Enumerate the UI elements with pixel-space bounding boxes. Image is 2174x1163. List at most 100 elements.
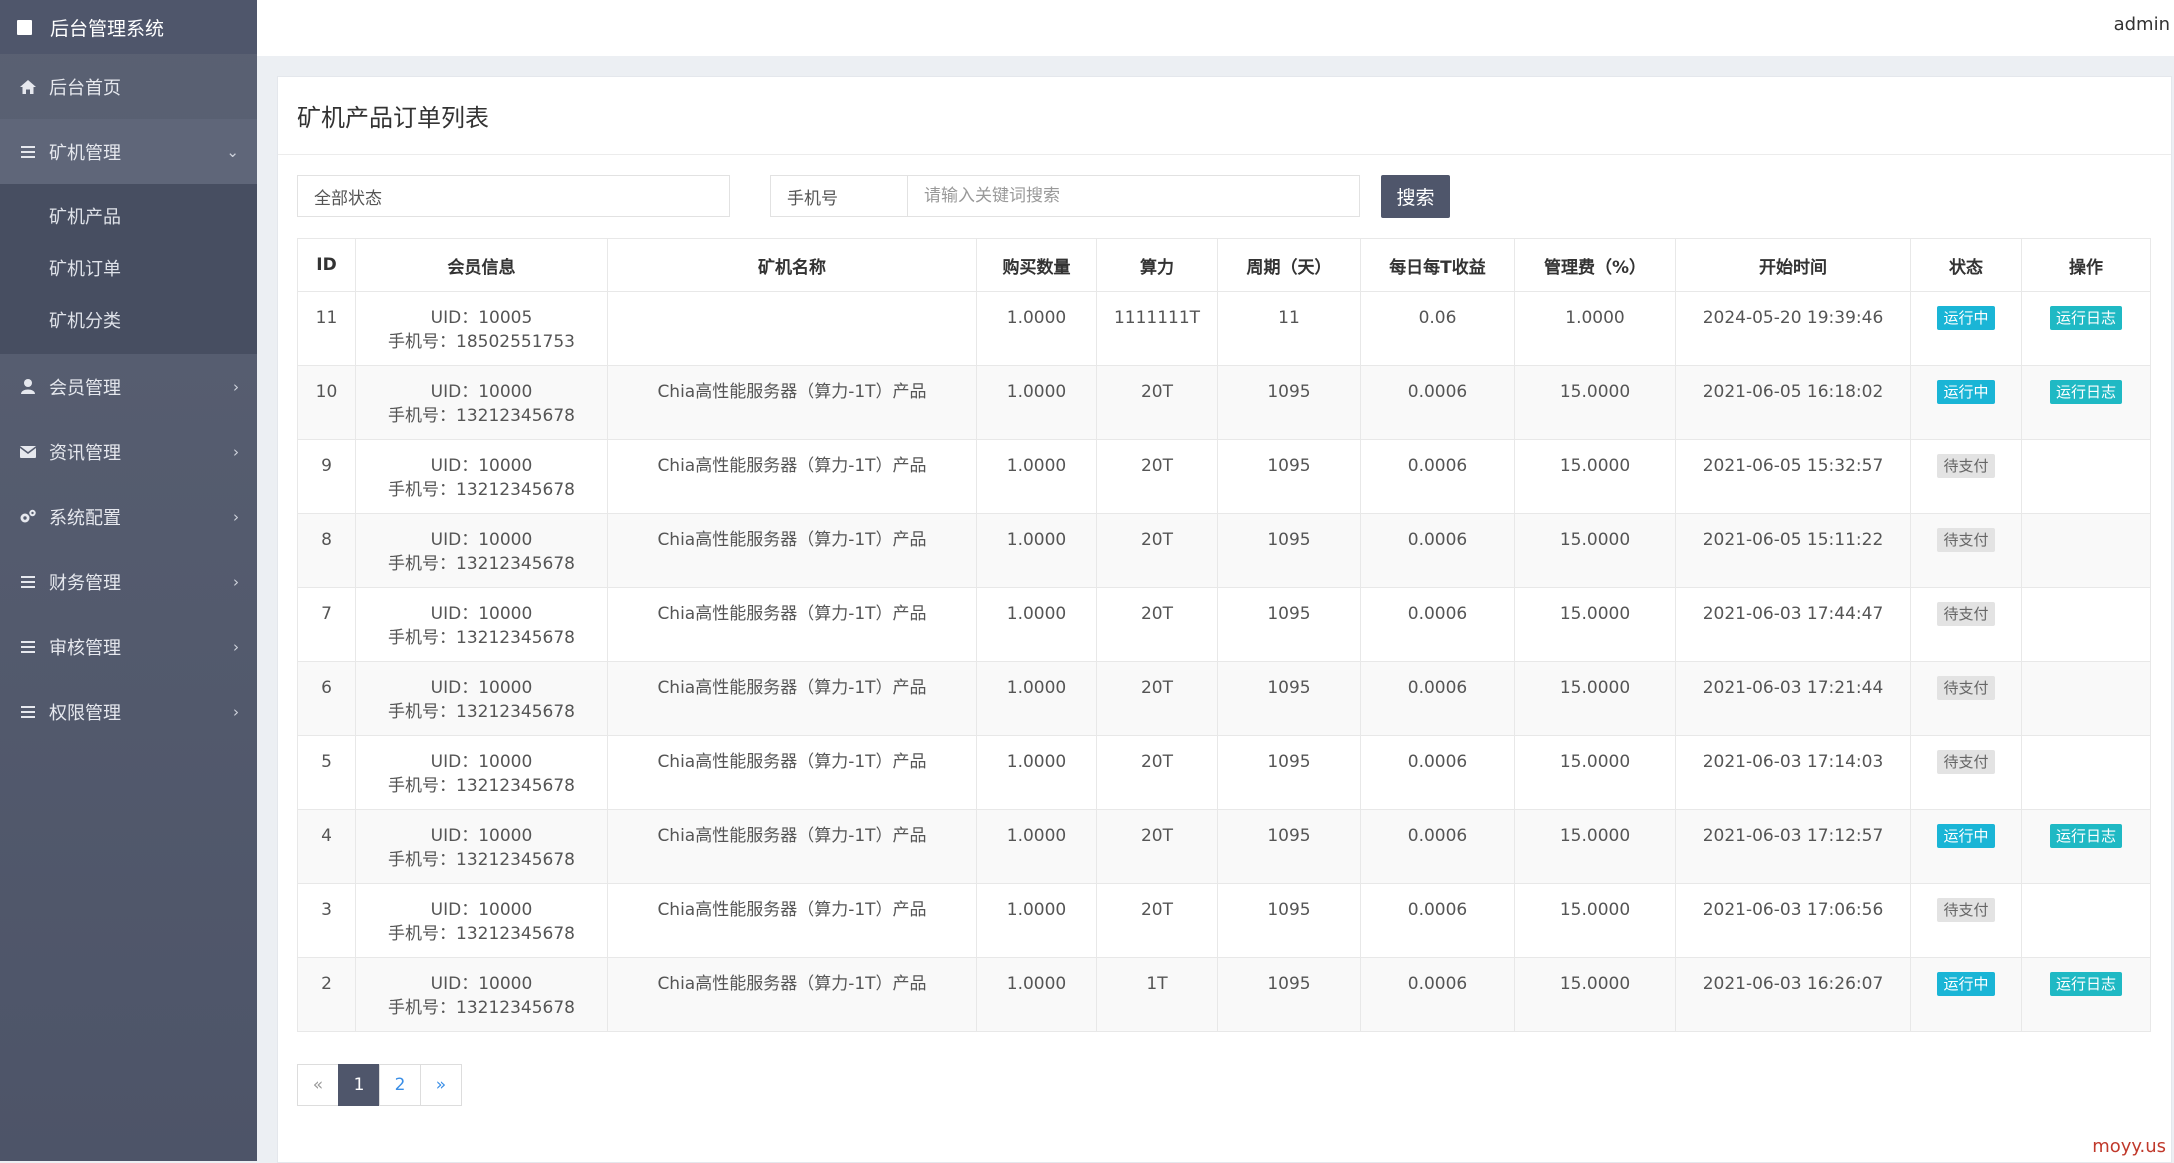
status-badge: 待支付 — [1937, 898, 1995, 922]
member-uid: UID：10005 — [430, 308, 533, 328]
cell-action: 运行日志 — [2021, 365, 2151, 440]
sidebar-item-miner[interactable]: 矿机管理 ⌄ — [0, 119, 257, 184]
sidebar-item-finance[interactable]: 财务管理 › — [0, 549, 257, 614]
cell-id: 3 — [297, 883, 356, 958]
cell-daily-yield: 0.0006 — [1360, 735, 1515, 810]
cell-start-time: 2021-06-05 15:11:22 — [1675, 513, 1911, 588]
member-uid: UID：10000 — [430, 826, 533, 846]
cell-power: 1T — [1096, 957, 1218, 1032]
column-header: 每日每T收益 — [1360, 238, 1515, 292]
table-row: 4 UID：10000 手机号：13212345678 Chia高性能服务器（算力-1… — [297, 809, 2151, 884]
cell-start-time: 2021-06-03 17:06:56 — [1675, 883, 1911, 958]
cell-status: 待支付 — [1910, 735, 2022, 810]
sidebar-item-permissions[interactable]: 权限管理 › — [0, 679, 257, 744]
run-log-button[interactable]: 运行日志 — [2049, 380, 2122, 404]
cell-member: UID：10000 手机号：13212345678 — [355, 809, 608, 884]
cell-action — [2021, 513, 2151, 588]
cell-member: UID：10000 手机号：13212345678 — [355, 587, 608, 662]
sidebar-item-system[interactable]: 系统配置 › — [0, 484, 257, 549]
cell-quantity: 1.0000 — [976, 365, 1097, 440]
status-select[interactable]: 全部状态 — [297, 175, 730, 217]
cell-power: 20T — [1096, 587, 1218, 662]
pagination-page-2[interactable]: 2 — [379, 1064, 421, 1106]
cell-member: UID：10000 手机号：13212345678 — [355, 365, 608, 440]
column-header: 操作 — [2021, 238, 2151, 292]
cell-power: 20T — [1096, 809, 1218, 884]
column-header: 管理费（%） — [1514, 238, 1676, 292]
member-uid: UID：10000 — [430, 678, 533, 698]
cell-name: Chia高性能服务器（算力-1T）产品 — [607, 513, 977, 588]
main-panel: 矿机产品订单列表 全部状态 手机号 搜索 ID 会员信息 矿机名称 购买数量 算… — [277, 76, 2172, 1163]
search-input[interactable] — [907, 175, 1360, 217]
sidebar: 后台管理系统 后台首页 矿机管理 ⌄ 矿机产品 矿机订单 矿机分类 会员管理 ›… — [0, 0, 257, 1161]
sidebar-item-members[interactable]: 会员管理 › — [0, 354, 257, 419]
table-row: 10 UID：10000 手机号：13212345678 Chia高性能服务器（算力-… — [297, 365, 2151, 440]
cell-name: Chia高性能服务器（算力-1T）产品 — [607, 883, 977, 958]
sidebar-subitem-categories[interactable]: 矿机分类 — [0, 294, 257, 346]
cell-daily-yield: 0.06 — [1360, 291, 1515, 366]
sidebar-item-label: 矿机管理 — [49, 142, 121, 164]
member-phone: 手机号：13212345678 — [388, 998, 575, 1018]
cell-member: UID：10000 手机号：13212345678 — [355, 661, 608, 736]
cell-status: 运行中 — [1910, 957, 2022, 1032]
sidebar-item-label: 会员管理 — [49, 377, 121, 399]
member-phone: 手机号：18502551753 — [388, 332, 575, 352]
sidebar-item-home[interactable]: 后台首页 — [0, 54, 257, 119]
cell-cycle: 1095 — [1217, 439, 1361, 514]
pagination-page-1[interactable]: 1 — [338, 1064, 380, 1106]
user-menu[interactable]: admin — [2114, 14, 2170, 35]
run-log-button[interactable]: 运行日志 — [2049, 824, 2122, 848]
cell-quantity: 1.0000 — [976, 809, 1097, 884]
member-phone: 手机号：13212345678 — [388, 628, 575, 648]
bars-icon — [19, 143, 37, 161]
cell-daily-yield: 0.0006 — [1360, 365, 1515, 440]
pagination-next[interactable]: » — [420, 1064, 462, 1106]
cell-status: 运行中 — [1910, 291, 2022, 366]
sidebar-subitem-orders[interactable]: 矿机订单 — [0, 242, 257, 294]
status-badge: 待支付 — [1937, 750, 1995, 774]
column-header: 状态 — [1910, 238, 2022, 292]
column-header: 会员信息 — [355, 238, 608, 292]
orders-table: ID 会员信息 矿机名称 购买数量 算力 周期（天） 每日每T收益 管理费（%）… — [297, 238, 2151, 1032]
table-row: 2 UID：10000 手机号：13212345678 Chia高性能服务器（算力-1… — [297, 957, 2151, 1032]
chevron-right-icon: › — [233, 507, 239, 526]
sidebar-subitem-products[interactable]: 矿机产品 — [0, 190, 257, 242]
cell-member: UID：10000 手机号：13212345678 — [355, 883, 608, 958]
member-uid: UID：10000 — [430, 752, 533, 772]
sidebar-item-label: 资讯管理 — [49, 442, 121, 464]
cell-quantity: 1.0000 — [976, 883, 1097, 958]
chevron-right-icon: › — [233, 702, 239, 721]
cell-start-time: 2024-05-20 19:39:46 — [1675, 291, 1911, 366]
sidebar-item-review[interactable]: 审核管理 › — [0, 614, 257, 679]
page-title: 矿机产品订单列表 — [278, 77, 2171, 155]
home-icon — [19, 79, 37, 94]
cell-name: Chia高性能服务器（算力-1T）产品 — [607, 439, 977, 514]
cell-action: 运行日志 — [2021, 809, 2151, 884]
top-bar: admin — [257, 0, 2174, 56]
cell-fee: 1.0000 — [1514, 291, 1676, 366]
brand[interactable]: 后台管理系统 — [0, 0, 257, 54]
run-log-button[interactable]: 运行日志 — [2049, 972, 2122, 996]
search-button[interactable]: 搜索 — [1381, 175, 1450, 218]
cell-fee: 15.0000 — [1514, 661, 1676, 736]
cell-cycle: 1095 — [1217, 365, 1361, 440]
search-field-select[interactable]: 手机号 — [770, 175, 908, 217]
cell-id: 5 — [297, 735, 356, 810]
cell-quantity: 1.0000 — [976, 439, 1097, 514]
member-phone: 手机号：13212345678 — [388, 924, 575, 944]
member-uid: UID：10000 — [430, 530, 533, 550]
envelope-icon — [19, 445, 37, 458]
run-log-button[interactable]: 运行日志 — [2049, 306, 2122, 330]
gears-icon — [19, 509, 37, 524]
cell-member: UID：10000 手机号：13212345678 — [355, 513, 608, 588]
chevron-right-icon: › — [233, 442, 239, 461]
sidebar-item-news[interactable]: 资讯管理 › — [0, 419, 257, 484]
status-badge: 运行中 — [1937, 306, 1995, 330]
cell-status: 待支付 — [1910, 661, 2022, 736]
pagination-prev[interactable]: « — [297, 1064, 339, 1106]
cell-start-time: 2021-06-03 17:12:57 — [1675, 809, 1911, 884]
column-header: 矿机名称 — [607, 238, 977, 292]
cell-status: 待支付 — [1910, 439, 2022, 514]
cell-quantity: 1.0000 — [976, 587, 1097, 662]
filter-bar: 全部状态 手机号 搜索 — [297, 175, 1597, 219]
